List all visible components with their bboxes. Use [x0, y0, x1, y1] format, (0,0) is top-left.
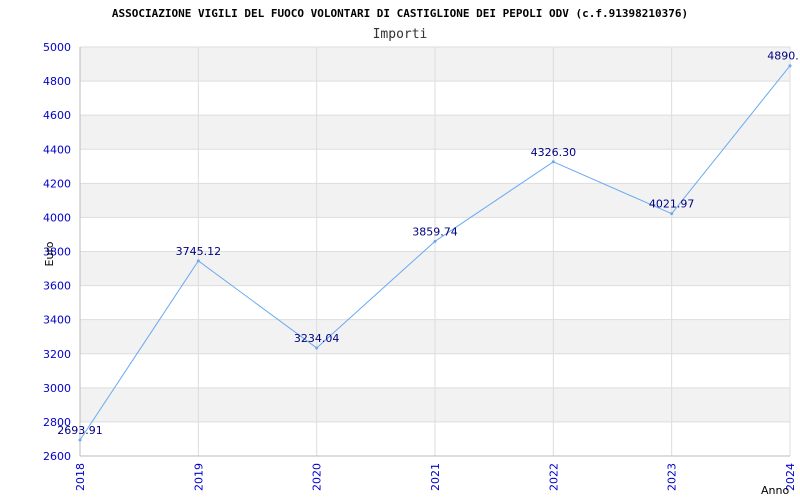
- x-tick-label: 2020: [311, 463, 324, 491]
- data-point: [433, 239, 437, 243]
- y-tick-label: 3400: [43, 314, 71, 327]
- y-tick-label: 3000: [43, 382, 71, 395]
- y-tick-label: 4600: [43, 109, 71, 122]
- data-labels: 2693.91 3745.12 3234.04 3859.74 4326.30 4021.…: [57, 50, 800, 437]
- x-tick-label: 2023: [666, 463, 679, 491]
- data-label: 3859.74: [412, 225, 458, 238]
- x-tick-labels: 2018 2019 2020 2021 2022 2023 2024: [74, 463, 797, 491]
- chart-subtitle: Importi: [373, 27, 428, 42]
- data-label: 3745.12: [176, 245, 222, 258]
- y-tick-label: 4000: [43, 211, 71, 224]
- y-tick-label: 4800: [43, 75, 71, 88]
- y-tick-label: 3600: [43, 280, 71, 293]
- data-label: 2693.91: [57, 424, 103, 437]
- line-chart: 2600280030003200340036003800400042004400…: [43, 7, 800, 497]
- y-tick-label: 2600: [43, 450, 71, 463]
- data-point: [551, 160, 555, 164]
- data-point: [78, 438, 82, 442]
- x-tick-label: 2018: [74, 463, 87, 491]
- x-tick-label: 2022: [547, 463, 560, 491]
- y-axis-label: Euro: [43, 241, 56, 266]
- x-axis-label: Anno: [761, 484, 789, 497]
- data-point: [788, 64, 792, 68]
- data-point: [196, 259, 200, 263]
- y-tick-label: 5000: [43, 41, 71, 54]
- data-label: 4326.30: [531, 146, 577, 159]
- data-label: 4890.12: [767, 50, 800, 63]
- data-label: 3234.04: [294, 332, 340, 345]
- data-label: 4021.97: [649, 198, 695, 211]
- y-tick-label: 3200: [43, 348, 71, 361]
- x-tick-label: 2019: [192, 463, 205, 491]
- x-tick-label: 2021: [429, 463, 442, 491]
- y-tick-label: 4200: [43, 177, 71, 190]
- data-point: [670, 212, 674, 216]
- y-tick-label: 4400: [43, 143, 71, 156]
- data-point: [315, 346, 319, 350]
- chart-title: ASSOCIAZIONE VIGILI DEL FUOCO VOLONTARI …: [112, 7, 688, 20]
